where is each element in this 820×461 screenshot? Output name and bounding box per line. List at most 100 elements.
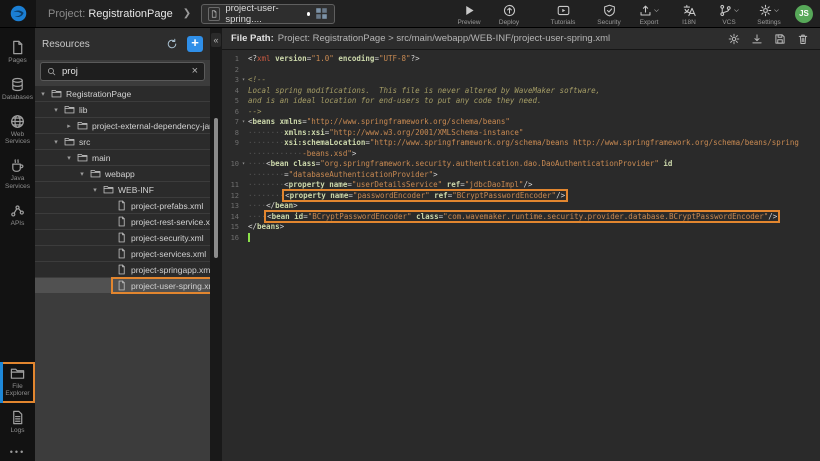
wavemaker-logo[interactable] (0, 0, 36, 27)
delete-file-button[interactable] (797, 33, 809, 45)
collapse-toggle-icon[interactable]: ▾ (64, 154, 74, 162)
code-text (248, 233, 250, 244)
line-number: 4 (222, 86, 239, 97)
tree-item[interactable]: ▾RegistrationPage (35, 86, 210, 101)
code-line: 4Local spring modifications. This file i… (222, 86, 820, 97)
tree-item[interactable]: project-user-spring.xml (35, 278, 210, 293)
tutorials-button[interactable]: Tutorials (547, 1, 579, 26)
coffee-icon (10, 158, 25, 173)
tree-item[interactable]: ▾ src (35, 134, 210, 149)
sidebar-item-pages[interactable]: Pages (0, 36, 35, 70)
code-line: 11········<property name="userDetailsSer… (222, 180, 820, 191)
line-number: 15 (222, 222, 239, 233)
tree-item[interactable]: ▸project-external-dependency-jars (35, 118, 210, 133)
project-name: RegistrationPage (88, 8, 172, 20)
collapse-toggle-icon[interactable]: ▾ (77, 170, 87, 178)
file-actions (728, 33, 809, 45)
tree-item[interactable]: project-springapp.xml (35, 262, 210, 277)
tree-item[interactable]: ▾webapp (35, 166, 210, 181)
sidebar-item-file-explorer[interactable]: File Explorer (0, 362, 35, 404)
tree-item-content: project-springapp.xml (113, 263, 215, 276)
fold-toggle-icon[interactable]: ▾ (239, 75, 248, 86)
tree-item[interactable]: ▾WEB-INF (35, 182, 210, 197)
tree-item-label: project-external-dependency-jars (92, 121, 216, 131)
code-editor[interactable]: 1<?xml version="1.0" encoding="UTF-8"?>2… (222, 50, 820, 461)
sidebar-item-label: Java Services (1, 175, 35, 191)
search-input[interactable] (60, 65, 188, 78)
breadcrumb: Project: RegistrationPage (48, 8, 173, 20)
tree-item[interactable]: project-rest-service.xml (35, 214, 210, 229)
code-text: and is an ideal location for end-users t… (248, 96, 542, 107)
security-button[interactable]: Security (593, 1, 625, 26)
refresh-button[interactable] (166, 38, 178, 50)
file-path: File Path:Project: RegistrationPage > sr… (231, 33, 728, 44)
tree-item-label: project-services.xml (131, 249, 206, 259)
log-icon (10, 410, 25, 425)
tree-item-label: src (79, 137, 90, 147)
settings-button[interactable]: Settings (753, 1, 785, 26)
vcs-button[interactable]: VCS (713, 1, 745, 26)
save-icon (774, 33, 786, 45)
sidebar-item-label: Pages (1, 57, 35, 65)
shield-icon (603, 4, 616, 17)
expand-toggle-icon[interactable]: ▸ (64, 122, 74, 130)
collapse-toggle-icon[interactable]: ▾ (38, 90, 48, 98)
save-file-button[interactable] (774, 33, 786, 45)
fold-toggle-icon[interactable]: ▾ (239, 117, 248, 128)
fold-toggle-icon[interactable]: ▾ (239, 159, 248, 170)
sidebar-item-web-services[interactable]: Web Services (0, 110, 35, 152)
action-label: I18N (682, 19, 696, 26)
code-text: <?xml version="1.0" encoding="UTF-8"?> (248, 54, 420, 65)
collapse-toggle-icon[interactable]: ▾ (51, 106, 61, 114)
chevron-down-icon (773, 7, 780, 14)
collapse-toggle-icon[interactable]: ▾ (51, 138, 61, 146)
export-button[interactable]: Export (633, 1, 665, 26)
action-label: Preview (457, 19, 480, 26)
code-line: 10▾····<bean class="org.springframework.… (222, 159, 820, 170)
sidebar-item-logs[interactable]: Logs (0, 406, 35, 440)
database-icon (10, 77, 25, 92)
tree-item-content: project-user-spring.xml (113, 279, 220, 292)
breadcrumb-chevron-icon[interactable]: ❯ (183, 8, 191, 19)
tree-item-label: project-rest-service.xml (131, 217, 219, 227)
more-options-icon[interactable]: ••• (10, 447, 25, 457)
folder-icon (77, 120, 88, 131)
tree-item[interactable]: project-services.xml (35, 246, 210, 261)
folder-icon (103, 184, 114, 195)
tree-item[interactable]: project-security.xml (35, 230, 210, 245)
tree-scrollbar[interactable] (214, 118, 218, 258)
grid-layout-icon[interactable] (315, 7, 328, 20)
code-text: --> (248, 107, 262, 118)
tree-item[interactable]: ▾lib (35, 102, 210, 117)
code-text: ····<bean id="BCryptPasswordEncoder" cla… (248, 212, 778, 223)
collapse-panel-icon[interactable]: « (211, 33, 221, 47)
tree-item[interactable]: project-prefabs.xml (35, 198, 210, 213)
editor-settings-button[interactable] (728, 33, 740, 45)
user-avatar[interactable]: JS (795, 5, 813, 23)
tree-item-content: project-security.xml (113, 231, 207, 244)
sidebar-item-java-services[interactable]: Java Services (0, 154, 35, 196)
clear-search-icon[interactable]: × (192, 66, 198, 77)
gear-icon (728, 33, 740, 45)
tree-item-content: WEB-INF (100, 183, 157, 196)
add-resource-button[interactable]: + (187, 36, 203, 52)
code-text: ········xsi:schemaLocation="http://www.s… (248, 138, 799, 149)
nodes-icon (10, 203, 25, 218)
deploy-button[interactable]: Deploy (493, 1, 525, 26)
tree-item[interactable]: ▾main (35, 150, 210, 165)
code-text: <beans xmlns="http://www.springframework… (248, 117, 510, 128)
download-file-button[interactable] (751, 33, 763, 45)
open-file-tab[interactable]: project-user-spring.... (201, 4, 335, 24)
sidebar-item-databases[interactable]: Databases (0, 73, 35, 107)
action-label: Tutorials (551, 19, 576, 26)
code-line: 14····<bean id="BCryptPasswordEncoder" c… (222, 212, 820, 223)
line-number: 11 (222, 180, 239, 191)
tree-item-content: project-services.xml (113, 247, 209, 260)
sidebar-item-apis[interactable]: APIs (0, 199, 35, 233)
file-icon (116, 232, 127, 243)
preview-button[interactable]: Preview (453, 1, 485, 26)
collapse-toggle-icon[interactable]: ▾ (90, 186, 100, 194)
folder-icon (64, 136, 75, 147)
action-label: Deploy (499, 19, 519, 26)
i18n-button[interactable]: I18N (673, 1, 705, 26)
